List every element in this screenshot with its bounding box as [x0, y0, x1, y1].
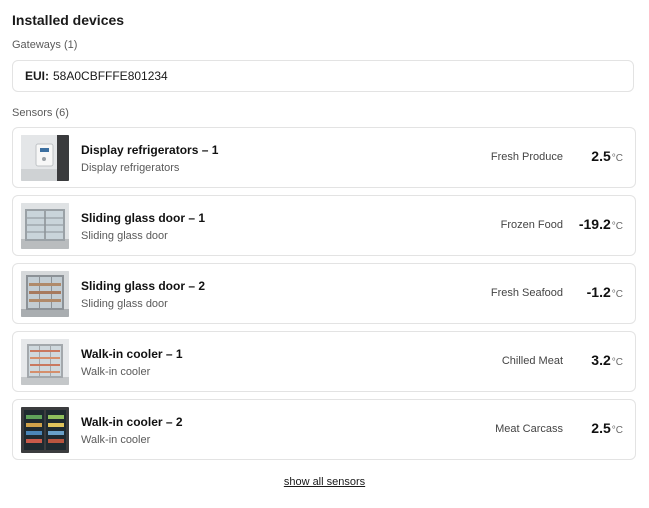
- sensor-card[interactable]: Walk-in cooler – 2 Walk-in cooler Meat C…: [12, 399, 636, 460]
- temperature-value: 3.2: [591, 352, 611, 368]
- sensor-type: Sliding glass door: [81, 298, 168, 310]
- sensor-temperature: -19.2°C: [579, 216, 623, 234]
- sensor-thumbnail: [21, 407, 69, 453]
- sensor-card[interactable]: Sliding glass door – 2 Sliding glass doo…: [12, 263, 636, 324]
- sensor-temperature: -1.2°C: [587, 284, 623, 302]
- page-title: Installed devices: [12, 12, 125, 28]
- sensor-name: Sliding glass door – 2: [81, 279, 206, 293]
- sensor-type: Sliding glass door: [81, 230, 168, 242]
- gateway-eui-label: EUI:: [25, 69, 49, 83]
- temperature-value: 2.5: [591, 148, 611, 164]
- installed-devices-page: Installed devices Gateways (1) EUI: 58A0…: [0, 0, 649, 508]
- sensor-category: Fresh Seafood: [490, 287, 563, 299]
- temperature-unit: °C: [611, 425, 623, 436]
- sensor-temperature: 2.5°C: [591, 148, 623, 166]
- sensor-thumbnail: [21, 135, 69, 181]
- sensor-name: Sliding glass door – 1: [81, 211, 206, 225]
- sensor-card[interactable]: Display refrigerators – 1 Display refrig…: [12, 127, 636, 188]
- sensor-type: Walk-in cooler: [81, 366, 151, 378]
- sensor-category: Frozen Food: [500, 219, 563, 231]
- gateway-card[interactable]: EUI: 58A0CBFFFE801234: [12, 60, 634, 92]
- sensor-name: Display refrigerators – 1: [81, 143, 219, 157]
- temperature-unit: °C: [611, 289, 623, 300]
- sensor-thumbnail: [21, 339, 69, 385]
- gateway-eui-value: 58A0CBFFFE801234: [53, 69, 168, 83]
- sensor-type: Display refrigerators: [81, 162, 180, 174]
- temperature-unit: °C: [611, 357, 623, 368]
- sensor-thumbnail: [21, 203, 69, 249]
- show-all-sensors-link[interactable]: show all sensors: [284, 476, 365, 488]
- temperature-value: 2.5: [591, 420, 611, 436]
- sensors-section-label: Sensors (6): [12, 107, 69, 119]
- temperature-unit: °C: [611, 153, 623, 164]
- sensor-card[interactable]: Sliding glass door – 1 Sliding glass doo…: [12, 195, 636, 256]
- sensor-name: Walk-in cooler – 2: [81, 415, 183, 429]
- sensor-category: Fresh Produce: [490, 151, 563, 163]
- sensor-name: Walk-in cooler – 1: [81, 347, 183, 361]
- temperature-value: -1.2: [586, 284, 611, 300]
- sensor-temperature: 2.5°C: [591, 420, 623, 438]
- temperature-value: -19.2: [578, 216, 611, 232]
- sensor-category: Chilled Meat: [501, 355, 563, 367]
- temperature-unit: °C: [611, 221, 623, 232]
- sensor-category: Meat Carcass: [495, 423, 563, 435]
- sensor-type: Walk-in cooler: [81, 434, 151, 446]
- show-all-sensors-container: show all sensors: [0, 476, 649, 488]
- gateways-section-label: Gateways (1): [12, 39, 78, 51]
- sensor-temperature: 3.2°C: [591, 352, 623, 370]
- sensor-card[interactable]: Walk-in cooler – 1 Walk-in cooler Chille…: [12, 331, 636, 392]
- sensor-thumbnail: [21, 271, 69, 317]
- sensor-list: Display refrigerators – 1 Display refrig…: [12, 127, 636, 467]
